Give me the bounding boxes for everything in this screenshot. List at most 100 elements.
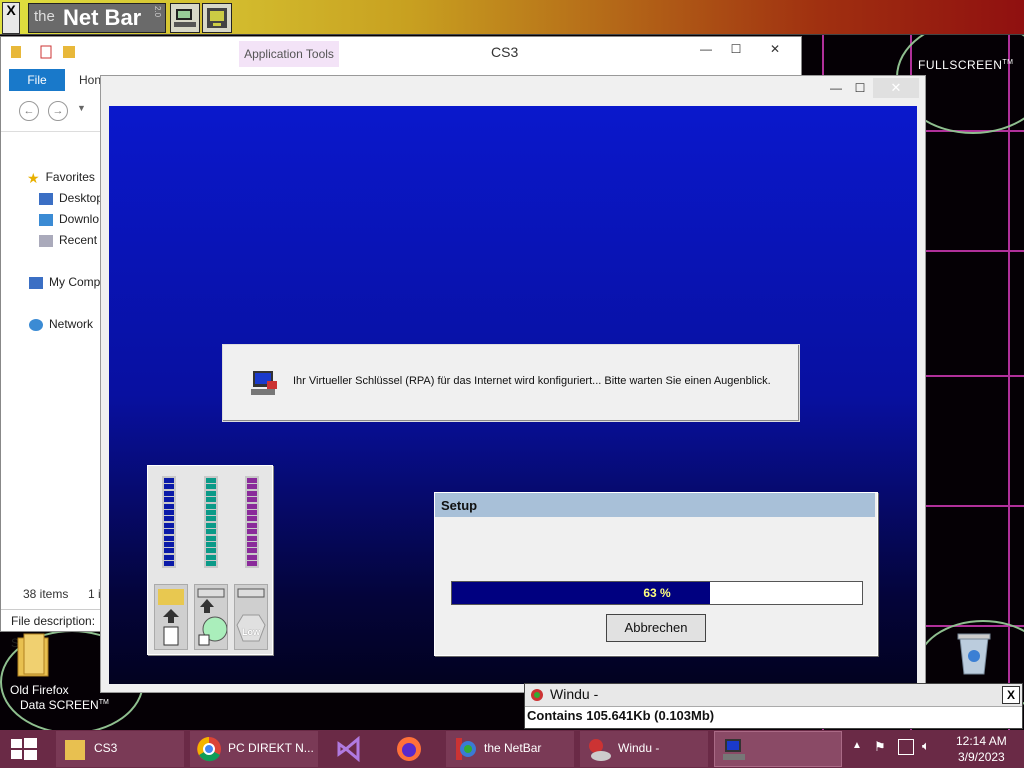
low-indicator-icon: Low: [234, 584, 268, 650]
netbar-logo-version: 2.0: [153, 6, 162, 18]
meter-segment: [164, 484, 174, 490]
meter-segment: [164, 490, 174, 496]
folder-upload-icon: [154, 584, 188, 650]
progress-label: 63 %: [643, 586, 671, 600]
close-button[interactable]: X: [1002, 686, 1020, 704]
nav-item-network[interactable]: Network: [29, 317, 93, 337]
meter-segment: [206, 484, 216, 490]
forward-icon[interactable]: →: [48, 101, 68, 121]
meter-segment: [247, 503, 257, 509]
windu-icon: [589, 739, 611, 761]
visual-studio-icon: [337, 736, 360, 762]
meter-segment: [164, 542, 174, 547]
firefox-icon: [397, 737, 421, 761]
maximize-button[interactable]: ☐: [845, 78, 875, 98]
meter-segment: [247, 497, 257, 503]
taskbar-item-visual-studio[interactable]: [324, 731, 380, 767]
fullscreen-label: FULLSCREENTM: [918, 58, 1014, 72]
taskbar-item-setup[interactable]: [714, 731, 842, 767]
meter-segment: [206, 497, 216, 503]
netbar-logo: the Net Bar 2.0: [28, 3, 166, 33]
close-button[interactable]: ✕: [873, 78, 919, 98]
chevron-down-icon[interactable]: ▼: [77, 103, 86, 113]
meter-segment: [206, 529, 216, 535]
netbar-close-button[interactable]: X: [2, 2, 20, 34]
meter-segment: [164, 548, 174, 554]
meter-segment: [164, 503, 174, 509]
nav-item-my-computer[interactable]: My Comp: [29, 275, 100, 295]
computer-icon: [251, 371, 277, 395]
folder-icon[interactable]: [16, 632, 50, 678]
divider: [1, 131, 101, 132]
meter-segment: [206, 478, 216, 483]
folder-icon: [65, 740, 85, 760]
setup-window-titlebar: — ☐ ✕: [101, 76, 925, 104]
file-description: File description: S: [1, 609, 101, 650]
desktop-icon-label[interactable]: Old Firefox: [10, 683, 69, 697]
meter-segment: [247, 548, 257, 554]
meter-segment: [164, 522, 174, 528]
meter-segment: [164, 561, 174, 567]
network-status-icon[interactable]: [898, 739, 914, 755]
meter-segment: [206, 542, 216, 547]
maximize-button[interactable]: ☐: [721, 39, 751, 59]
nav-item-favorites[interactable]: ★ Favorites: [27, 169, 95, 190]
meter-segment: [164, 497, 174, 503]
netbar-logo-name: Net Bar: [63, 5, 142, 30]
windows-icon: [11, 738, 37, 760]
meter-segment: [164, 535, 174, 541]
taskbar-item-firefox[interactable]: [384, 731, 440, 767]
minimize-button[interactable]: —: [691, 39, 721, 59]
explorer-title: CS3: [491, 44, 519, 60]
windu-body-text: Contains 105.641Kb (0.103Mb): [527, 708, 715, 723]
network-icon: [29, 318, 43, 331]
disk-upload-icon: [194, 584, 228, 650]
taskbar-item-windu[interactable]: Windu -: [580, 731, 708, 767]
meter-segment: [206, 490, 216, 496]
taskbar-item-chrome[interactable]: PC DIREKT N...: [190, 731, 318, 767]
netbar-logo-the: the: [34, 8, 55, 25]
computer-icon: [174, 9, 196, 27]
chevron-up-icon[interactable]: ▲: [852, 740, 862, 751]
clock-date[interactable]: 3/9/2023: [958, 750, 1005, 764]
windu-title: Windu -: [550, 686, 599, 702]
application-tools-tab[interactable]: Application Tools: [239, 41, 339, 67]
status-message: Ihr Virtueller Schlüssel (RPA) für das I…: [293, 375, 771, 387]
meter-segment: [247, 484, 257, 490]
clock-time[interactable]: 12:14 AM: [956, 734, 1007, 748]
netbar-icon: [456, 738, 476, 760]
flag-icon[interactable]: ⚑: [874, 739, 886, 755]
cancel-button[interactable]: Abbrechen: [606, 614, 706, 642]
quick-access-icons[interactable]: [9, 43, 79, 61]
datascreen-label: Data SCREENTM: [20, 698, 109, 712]
taskbar-item-netbar[interactable]: the NetBar: [446, 731, 574, 767]
windu-popup: Windu - X Contains 105.641Kb (0.103Mb): [524, 683, 1023, 729]
message-panel: Ihr Virtueller Schlüssel (RPA) für das I…: [222, 344, 800, 422]
netbar-toolbar: X the Net Bar 2.0: [0, 0, 1024, 35]
volume-icon[interactable]: 🔈︎: [922, 738, 930, 754]
nav-item-desktop[interactable]: Desktop: [39, 191, 103, 211]
netbar-computer-button[interactable]: [170, 3, 200, 33]
start-button[interactable]: [10, 737, 38, 761]
netbar-settings-button[interactable]: [202, 3, 232, 33]
explorer-titlebar: Application Tools CS3 — ☐ ✕: [1, 37, 801, 67]
star-icon: ★: [27, 169, 40, 186]
desktop-icon: [39, 192, 53, 205]
nav-item-recent[interactable]: Recent: [39, 233, 97, 253]
taskbar-item-cs3[interactable]: CS3: [56, 731, 184, 767]
file-tab[interactable]: File: [9, 69, 65, 91]
home-tab[interactable]: Hon: [79, 73, 101, 87]
status-selection: 1 i: [88, 587, 101, 601]
meter-segment: [206, 503, 216, 509]
progress-bar: 63 %: [451, 581, 863, 605]
meter-segment: [247, 542, 257, 547]
back-icon[interactable]: ←: [19, 101, 39, 121]
close-button[interactable]: ✕: [755, 39, 795, 59]
meter-segment: [247, 478, 257, 483]
setup-dialog-title: Setup: [435, 493, 875, 517]
meter-segment: [206, 561, 216, 567]
recycle-bin-icon[interactable]: [956, 632, 992, 676]
meter-segment: [247, 535, 257, 541]
meter-segment: [247, 522, 257, 528]
nav-item-downloads[interactable]: Downlo: [39, 212, 99, 232]
